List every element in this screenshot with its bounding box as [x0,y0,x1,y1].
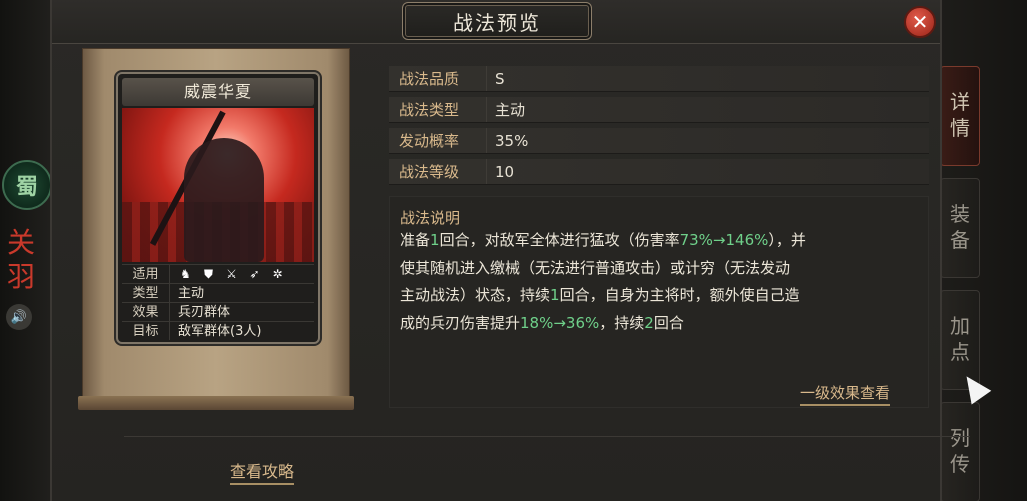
stat-label: 战法等级 [389,159,487,184]
card-row-label: 类型 [122,284,170,302]
spear-icon: ➶ [249,266,260,281]
card-row-value: 主动 [178,286,205,301]
description-line: 使其随机进入缴械（无法进行普通攻击）或计穷（无法发动 [400,258,791,277]
card-info-table: 适用 ♞ ⛊ ⚔ ➶ ✲ 类型 主动 效果 兵刃群体 目标 敌军群体(3人) [122,264,314,340]
description-text: 准备1回合，对敌军全体进行猛攻（伤害率73%→146%），并 使其随机进入缴械（… [400,227,920,337]
stat-row-type: 战法类型 主动 [389,97,929,123]
artwork-warrior [184,138,264,262]
stat-value: 35% [495,132,529,150]
stat-row-probability: 发动概率 35% [389,128,929,154]
stat-label: 战法类型 [389,97,487,122]
card-row-type: 类型 主动 [122,283,314,302]
crossed-swords-icon: ⚔ [226,266,237,281]
card-row-value: 兵刃群体 [178,305,231,320]
card-row-target: 目标 敌军群体(3人) [122,321,314,340]
card-row-label: 效果 [122,303,170,321]
scroll-bottom-rod [78,396,354,410]
close-icon: ✕ [911,10,929,34]
divider [124,436,970,437]
hero-name: 关羽 [6,226,35,293]
view-level1-effect-link[interactable]: 一级效果查看 [800,382,891,406]
card-row-applicable: 适用 ♞ ⛊ ⚔ ➶ ✲ [122,264,314,283]
stat-value: 主动 [495,101,526,119]
stat-row-quality: 战法品质 S [389,66,929,92]
description-line: 成的兵刃伤害提升18%→36%，持续2回合 [400,313,684,332]
tab-biography[interactable]: 列传 [940,402,980,501]
card-row-value: 敌军群体(3人) [178,324,262,339]
tab-details[interactable]: 详情 [940,66,980,166]
card-artwork [122,108,314,262]
view-guide-link[interactable]: 查看攻略 [230,458,295,485]
stat-value: 10 [495,163,515,181]
stat-label: 战法品质 [389,66,487,91]
wheel-chariot-icon: ✲ [272,266,283,281]
stat-label: 发动概率 [389,128,487,153]
tactic-preview-dialog: 战法预览 ✕ 威震华夏 适用 ♞ ⛊ ⚔ ➶ ✲ 类型 主动 效果 兵刃群体 目… [50,0,970,501]
dialog-title: 战法预览 [453,10,541,35]
tactic-card: 威震华夏 适用 ♞ ⛊ ⚔ ➶ ✲ 类型 主动 效果 兵刃群体 目标 敌军群体(… [116,72,320,344]
card-row-label: 适用 [122,265,170,283]
horse-cavalry-icon: ♞ [180,266,191,281]
description-line: 准备1回合，对敌军全体进行猛攻（伤害率73%→146%），并 [400,231,806,249]
card-title: 威震华夏 [122,78,314,106]
tab-equipment[interactable]: 装备 [940,178,980,278]
card-row-label: 目标 [122,322,170,340]
close-button[interactable]: ✕ [904,6,936,38]
description-line: 主动战法）状态，持续1回合，自身为主将时，额外使自己造 [400,286,800,304]
troop-type-icons: ♞ ⛊ ⚔ ➶ ✲ [170,265,285,283]
shield-icon: ⛊ [203,266,213,281]
description-title: 战法说明 [400,209,461,227]
speaker-icon[interactable]: 🔊 [6,304,32,330]
card-row-effect: 效果 兵刃群体 [122,302,314,321]
tactic-description-box: 战法说明 准备1回合，对敌军全体进行猛攻（伤害率73%→146%），并 使其随机… [389,196,929,408]
stat-row-level: 战法等级 10 [389,159,929,185]
faction-badge: 蜀 [2,160,52,210]
stat-value: S [495,70,505,88]
title-plate: 战法预览 [402,2,592,40]
